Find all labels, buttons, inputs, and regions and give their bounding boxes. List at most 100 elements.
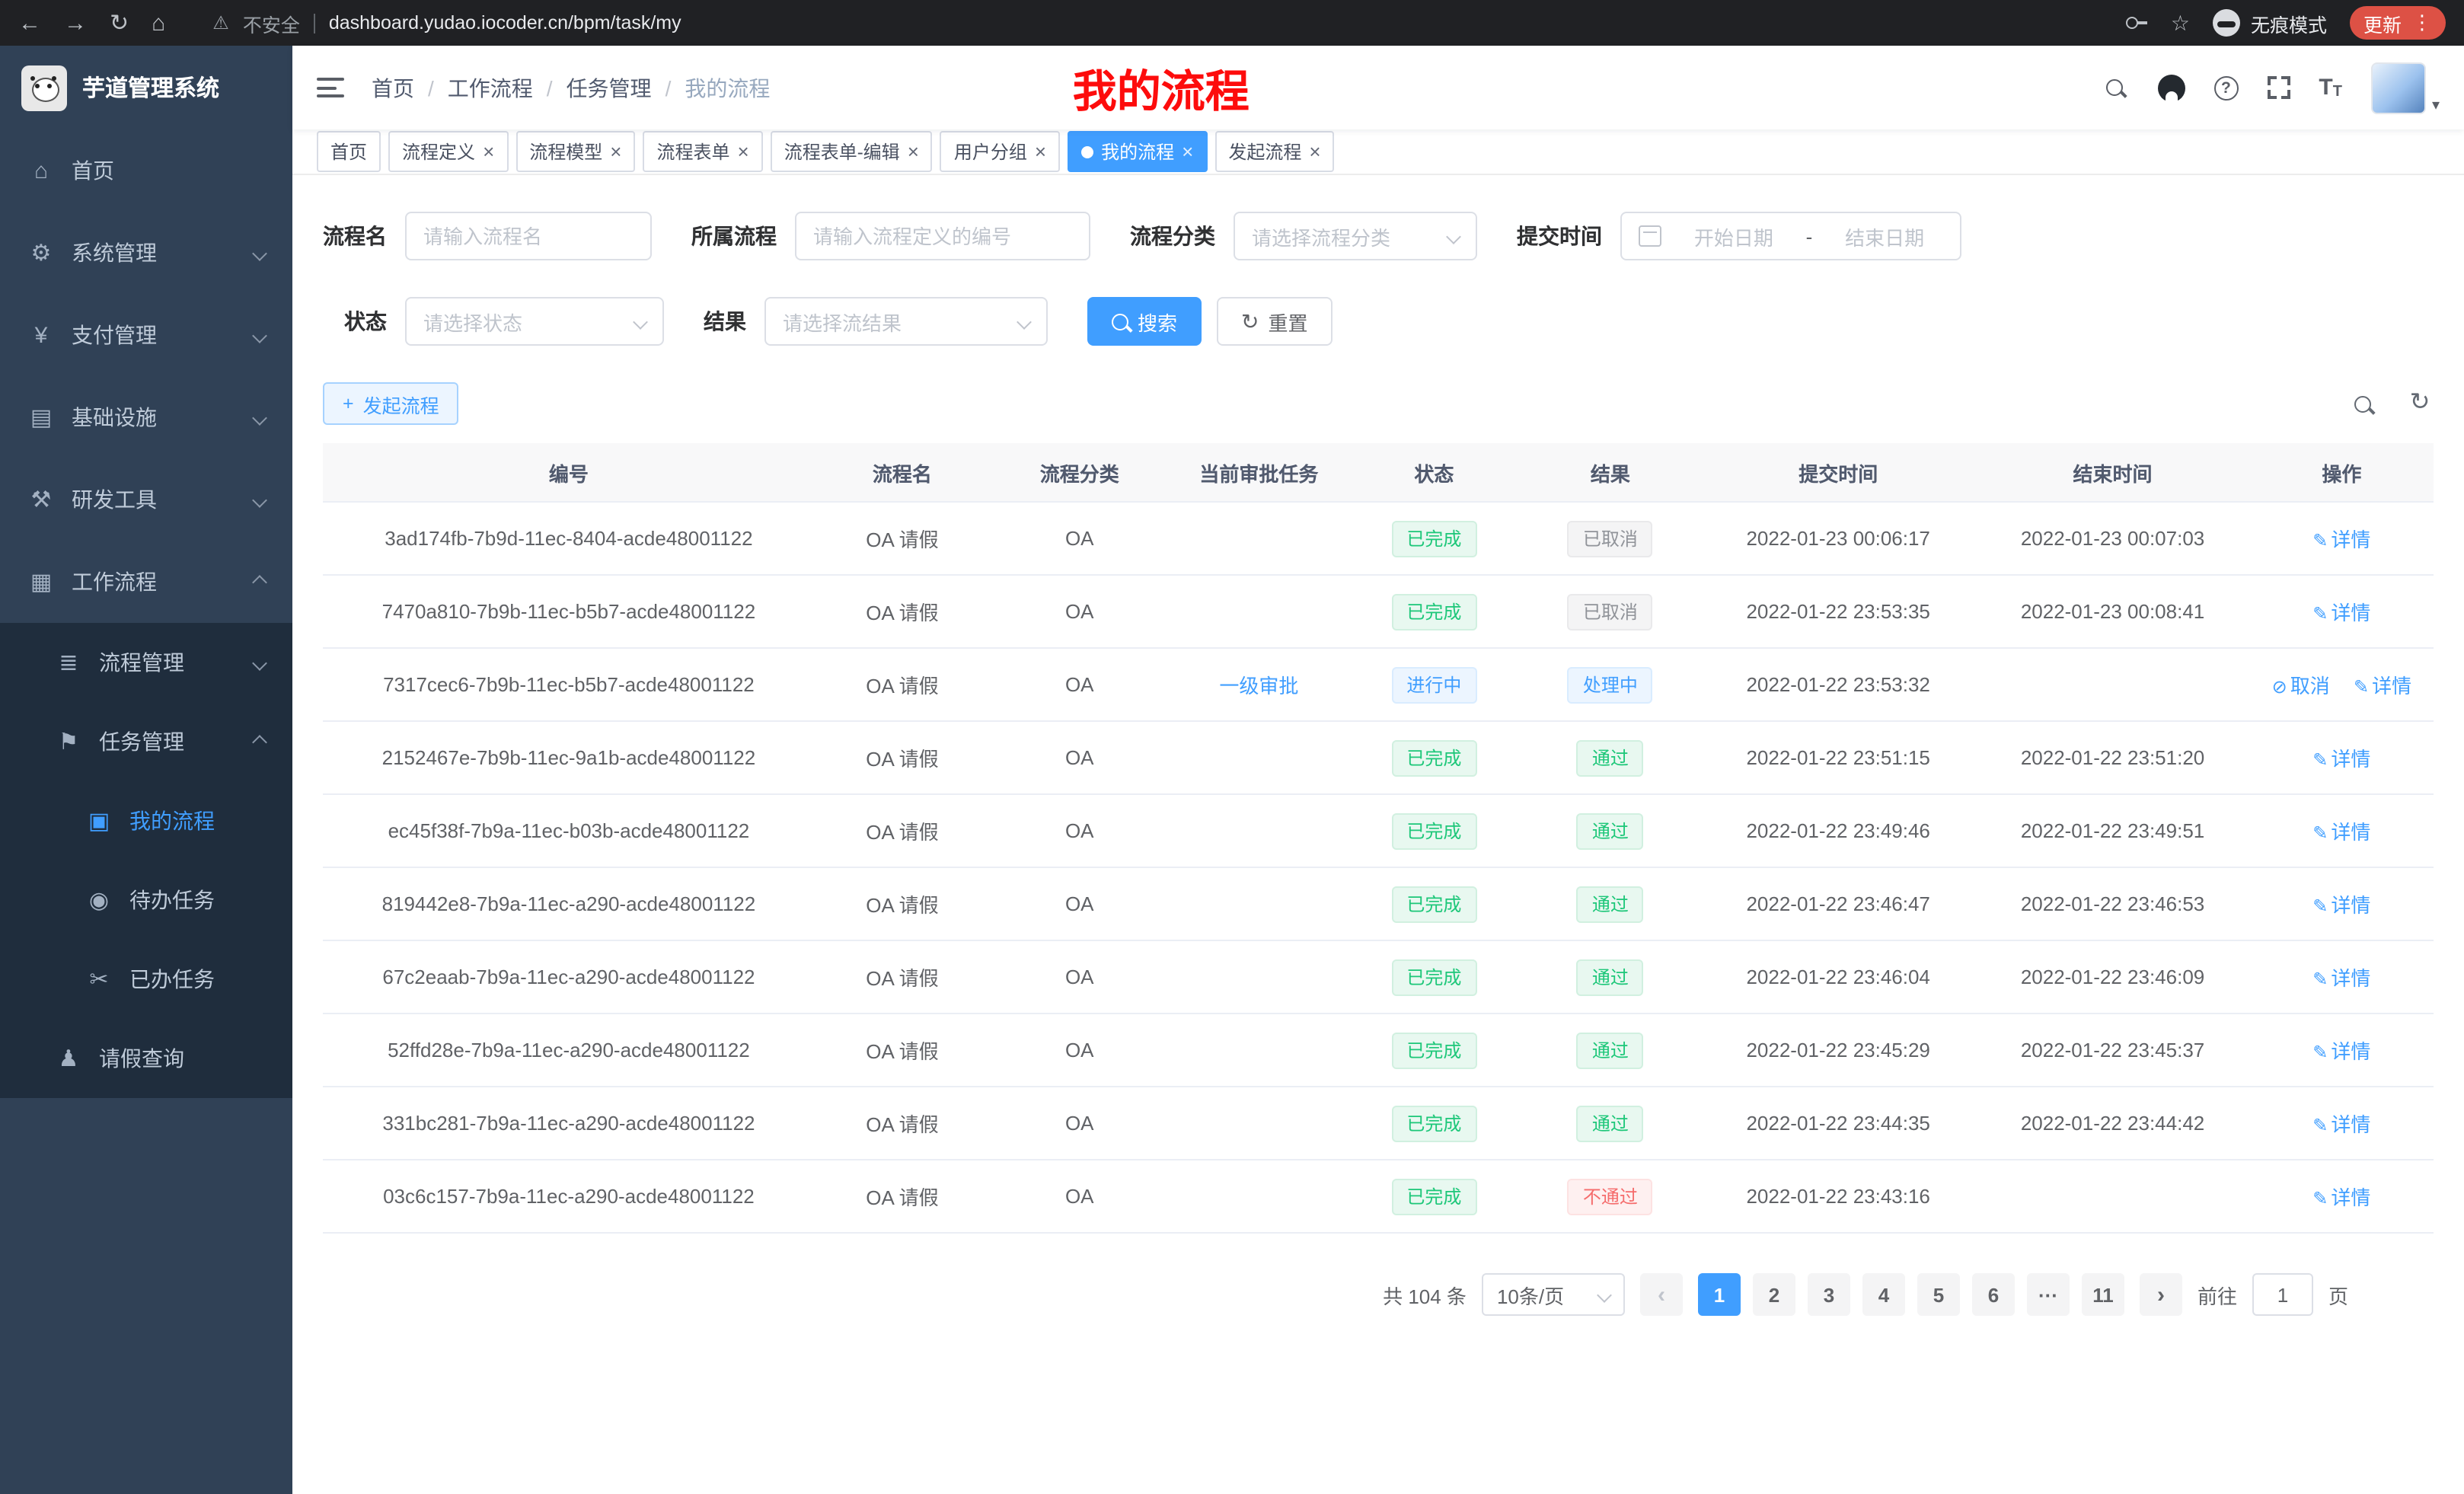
detail-link[interactable]: ✎详情 <box>2312 1040 2370 1063</box>
bookmark-star-icon[interactable]: ☆ <box>2171 10 2190 36</box>
page-button[interactable]: 2 <box>1753 1273 1795 1316</box>
process-def-input[interactable] <box>795 212 1090 260</box>
view-tab[interactable]: 流程模型 × <box>515 131 635 172</box>
view-tab[interactable]: 发起流程 × <box>1214 131 1334 172</box>
sidebar-item[interactable]: ≣ 流程管理 <box>0 623 292 702</box>
detail-link[interactable]: ✎详情 <box>2312 1113 2370 1136</box>
payment-icon: ¥ <box>27 322 55 348</box>
sidebar-item[interactable]: ♟ 请假查询 <box>0 1019 292 1098</box>
key-icon[interactable] <box>2127 17 2148 29</box>
sidebar-item-label: 系统管理 <box>72 238 157 268</box>
view-tab[interactable]: 流程表单 × <box>643 131 762 172</box>
breadcrumb-item[interactable]: 工作流程 <box>414 72 533 103</box>
address-bar[interactable]: ⚠ 不安全 dashboard.yudao.iocoder.cn/bpm/tas… <box>212 8 2104 37</box>
breadcrumb-item[interactable]: 任务管理 <box>533 72 652 103</box>
reset-button[interactable]: ↻ 重置 <box>1217 297 1333 346</box>
view-tab-label: 流程定义 <box>402 139 475 164</box>
view-tab[interactable]: 我的流程 × <box>1068 131 1207 172</box>
close-icon[interactable]: × <box>738 142 749 161</box>
end-date-placeholder[interactable]: 结束日期 <box>1826 222 1943 251</box>
chevron-icon <box>252 245 267 260</box>
page-button[interactable]: 11 <box>2082 1273 2124 1316</box>
sidebar-item[interactable]: ⚙ 系统管理 <box>0 212 292 294</box>
sidebar-item[interactable]: ⚑ 任务管理 <box>0 702 292 781</box>
page-size-select[interactable]: 10条/页 <box>1482 1273 1625 1316</box>
view-tab[interactable]: 流程表单-编辑 × <box>771 131 933 172</box>
page-button[interactable]: 3 <box>1808 1273 1850 1316</box>
page-button[interactable]: ··· <box>2027 1273 2070 1316</box>
page-button[interactable]: 1 <box>1698 1273 1741 1316</box>
detail-link[interactable]: ✎详情 <box>2312 967 2370 990</box>
sidebar-item[interactable]: ⚒ 研发工具 <box>0 458 292 541</box>
current-task-link[interactable]: 一级审批 <box>1219 675 1298 698</box>
cancel-link[interactable]: ⊘取消 <box>2272 675 2335 698</box>
pagination: 共 104 条 10条/页 ‹ 1 2 3 <box>323 1273 2434 1316</box>
create-process-button[interactable]: + 发起流程 <box>323 382 459 425</box>
user-menu[interactable]: ▾ <box>2371 62 2440 113</box>
close-icon[interactable]: × <box>1182 142 1193 161</box>
page-button[interactable]: 4 <box>1862 1273 1905 1316</box>
fullscreen-icon[interactable] <box>2267 76 2290 99</box>
category-select[interactable]: 请选择流程分类 <box>1234 212 1477 260</box>
sidebar-toggle-icon[interactable] <box>317 78 344 97</box>
cell-category: OA <box>990 721 1170 794</box>
back-icon[interactable]: ← <box>18 11 41 34</box>
forward-icon[interactable]: → <box>64 11 87 34</box>
submit-time-range-picker[interactable]: 开始日期 - 结束日期 <box>1620 212 1961 260</box>
table-refresh-icon[interactable]: ↻ <box>2406 390 2434 417</box>
breadcrumb-item[interactable]: 我的流程 <box>652 72 771 103</box>
cell-end-time: 2022-01-23 00:07:03 <box>1975 502 2249 575</box>
view-tab[interactable]: 用户分组 × <box>940 131 1060 172</box>
result-select[interactable]: 请选择流结果 <box>764 297 1048 346</box>
github-icon[interactable] <box>2157 74 2185 101</box>
breadcrumb-item[interactable]: 首页 <box>372 72 414 103</box>
avatar[interactable] <box>2371 62 2426 113</box>
close-icon[interactable]: × <box>908 142 919 161</box>
url-text[interactable]: dashboard.yudao.iocoder.cn/bpm/task/my <box>329 12 681 34</box>
close-icon[interactable]: × <box>610 142 621 161</box>
view-tab[interactable]: 流程定义 × <box>388 131 508 172</box>
view-tab-label: 流程表单-编辑 <box>784 139 900 164</box>
goto-page-input[interactable] <box>2252 1273 2313 1316</box>
detail-link[interactable]: ✎详情 <box>2312 1186 2370 1209</box>
sidebar-item[interactable]: ▦ 工作流程 <box>0 541 292 623</box>
sidebar-item[interactable]: ◉ 待办任务 <box>0 860 292 940</box>
detail-link[interactable]: ✎详情 <box>2354 675 2411 698</box>
security-label[interactable]: 不安全 <box>243 8 300 37</box>
detail-link[interactable]: ✎详情 <box>2312 821 2370 844</box>
reload-icon[interactable]: ↻ <box>110 11 129 34</box>
search-icon[interactable] <box>2101 74 2128 101</box>
hide-search-icon[interactable] <box>2348 390 2376 417</box>
sidebar-item[interactable]: ¥ 支付管理 <box>0 294 292 376</box>
prev-page-button[interactable]: ‹ <box>1640 1273 1683 1316</box>
process-name-input[interactable] <box>405 212 652 260</box>
incognito-profile[interactable]: 无痕模式 <box>2213 8 2327 37</box>
close-icon[interactable]: × <box>1309 142 1320 161</box>
status-badge: 已完成 <box>1391 520 1476 557</box>
view-tab[interactable]: 首页 <box>317 131 381 172</box>
logo-row[interactable]: 芋道管理系统 <box>0 46 292 129</box>
browser-update-button[interactable]: 更新 ⋮ <box>2350 6 2446 40</box>
cell-result: 通过 <box>1520 721 1701 794</box>
start-date-placeholder[interactable]: 开始日期 <box>1675 222 1792 251</box>
sidebar-item[interactable]: ✂ 已办任务 <box>0 940 292 1019</box>
close-icon[interactable]: × <box>1035 142 1046 161</box>
browser-menu-icon[interactable]: ⋮ <box>2412 11 2432 35</box>
detail-link[interactable]: ✎详情 <box>2312 748 2370 771</box>
browser-home-icon[interactable]: ⌂ <box>152 11 165 34</box>
page-button[interactable]: 6 <box>1972 1273 2015 1316</box>
page-button[interactable]: 5 <box>1917 1273 1960 1316</box>
sidebar-item[interactable]: ⌂ 首页 <box>0 129 292 212</box>
sidebar-item[interactable]: ▣ 我的流程 <box>0 781 292 860</box>
sidebar-item[interactable]: ▤ 基础设施 <box>0 376 292 458</box>
search-button[interactable]: 搜索 <box>1087 297 1202 346</box>
close-icon[interactable]: × <box>483 142 494 161</box>
calendar-icon <box>1639 225 1661 247</box>
detail-link[interactable]: ✎详情 <box>2312 528 2370 551</box>
help-icon[interactable]: ? <box>2213 75 2238 100</box>
font-size-icon[interactable]: T T <box>2319 75 2342 101</box>
detail-link[interactable]: ✎详情 <box>2312 894 2370 917</box>
next-page-button[interactable]: › <box>2140 1273 2182 1316</box>
detail-link[interactable]: ✎详情 <box>2312 602 2370 624</box>
status-select[interactable]: 请选择状态 <box>405 297 664 346</box>
